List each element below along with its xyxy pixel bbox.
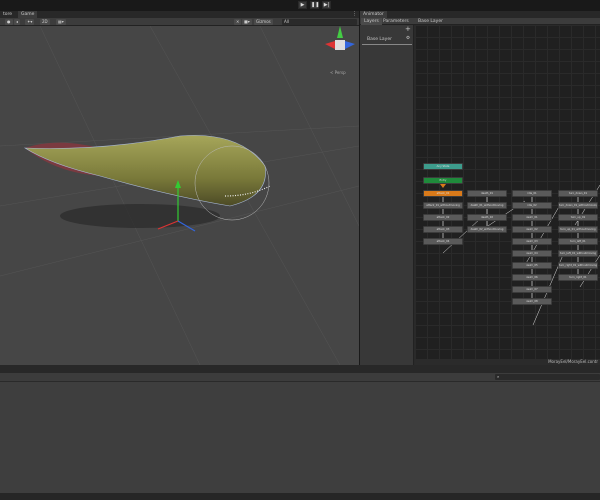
state-node[interactable]: death_01_withoutmoving [467,202,507,209]
transition-arrow[interactable] [442,217,482,254]
fish-shadow [60,204,220,228]
play-button[interactable]: ▶ [298,1,307,9]
audio-button[interactable]: ◂ [14,19,21,25]
bottom-search-input[interactable]: ⌕ [495,374,600,380]
scene-viewport[interactable]: < Persp [0,26,359,365]
state-node[interactable]: turn_up_01_withoutmoving [558,226,598,233]
state-node[interactable]: idle_02 [512,202,552,209]
projection-label[interactable]: < Persp [330,70,346,75]
state-node[interactable]: attack_03 [423,226,463,233]
layer-item[interactable]: Base Layer ⚙ [362,35,412,45]
state-node[interactable]: swim_01 [512,214,552,221]
state-node[interactable]: swim_08 [512,298,552,305]
shading-button[interactable]: ● [5,19,13,25]
more-icon[interactable]: ⋮ [352,11,357,17]
camera-button[interactable]: ■▾ [242,19,252,25]
bottom-panel: ⌕ [0,365,600,500]
state-node[interactable]: idle_01 [512,190,552,197]
state-node[interactable]: death_02_withoutmoving [467,226,507,233]
tab-game[interactable]: Game [18,11,38,18]
state-node[interactable]: swim_07 [512,286,552,293]
pause-button[interactable]: ❚❚ [310,1,319,9]
state-node[interactable]: swim_02 [512,226,552,233]
bottom-tabs [0,365,600,373]
main-toolbar: ▶ ❚❚ ▶| [0,0,600,11]
state-any-state[interactable]: Any State [423,163,463,170]
add-layer-button[interactable]: + [405,25,411,33]
animator-header: Layers Parameters Base Layer [360,18,600,25]
grid-button[interactable]: ▦▾ [56,19,66,25]
scene-render [0,26,359,365]
layers-list: + Base Layer ⚙ [360,25,414,365]
breadcrumb[interactable]: Base Layer [415,18,446,25]
gizmos-dropdown[interactable]: Gizmos [254,19,273,25]
tab-store[interactable]: tore [0,11,15,18]
bottom-toolbar: ⌕ [0,373,600,382]
tab-animator[interactable]: Animator [360,11,387,18]
tools-icon[interactable]: ✕ [234,19,242,25]
effects-button[interactable]: ✦▾ [25,19,35,25]
state-node[interactable]: attack_04 [423,238,463,245]
state-node[interactable]: turn_left_01_withoutmoving [558,250,598,257]
state-node[interactable]: swim_05 [512,262,552,269]
tab-layers[interactable]: Layers [361,18,382,25]
scene-panel: tore Game ⋮ ● ◂ ✦▾ 2D ▦▾ ✕ ■▾ Gizmos All… [0,11,359,365]
scene-tabs: tore Game ⋮ [0,11,359,18]
state-graph[interactable]: Any State Entry attack_01 attack_01_witho… [415,25,600,359]
state-node[interactable]: attack_01_withoutmoving [423,202,463,209]
status-bar [0,493,600,500]
state-node[interactable]: attack_01 [423,190,463,197]
search-input[interactable]: All [282,19,357,25]
state-node[interactable]: turn_left_01 [558,238,598,245]
state-node[interactable]: attack_02 [423,214,463,221]
tab-parameters[interactable]: Parameters [380,18,412,25]
toggle-2d[interactable]: 2D [40,19,50,25]
state-node[interactable]: turn_up_01 [558,214,598,221]
state-node[interactable]: turn_down_01 [558,190,598,197]
gear-icon[interactable]: ⚙ [406,36,410,41]
state-node[interactable]: death_01 [467,190,507,197]
step-button[interactable]: ▶| [322,1,331,9]
state-node[interactable]: turn_right_01 [558,274,598,281]
state-node[interactable]: turn_down_01_withoutmoving [558,202,598,209]
state-node[interactable]: swim_03 [512,238,552,245]
state-node[interactable]: swim_04 [512,250,552,257]
entry-arrow [440,184,446,188]
state-node[interactable]: death_02 [467,214,507,221]
layer-name: Base Layer [367,37,392,42]
animator-panel: Animator Layers Parameters Base Layer + … [360,11,600,365]
scene-toolbar: ● ◂ ✦▾ 2D ▦▾ ✕ ■▾ Gizmos All [0,18,359,26]
state-entry[interactable]: Entry [423,177,463,184]
state-node[interactable]: turn_right_01_withoutmoving [558,262,598,269]
animator-tabbar: Animator [360,11,600,18]
state-node[interactable]: swim_06 [512,274,552,281]
transition-arrow[interactable] [579,254,600,288]
orientation-gizmo[interactable] [325,26,355,50]
